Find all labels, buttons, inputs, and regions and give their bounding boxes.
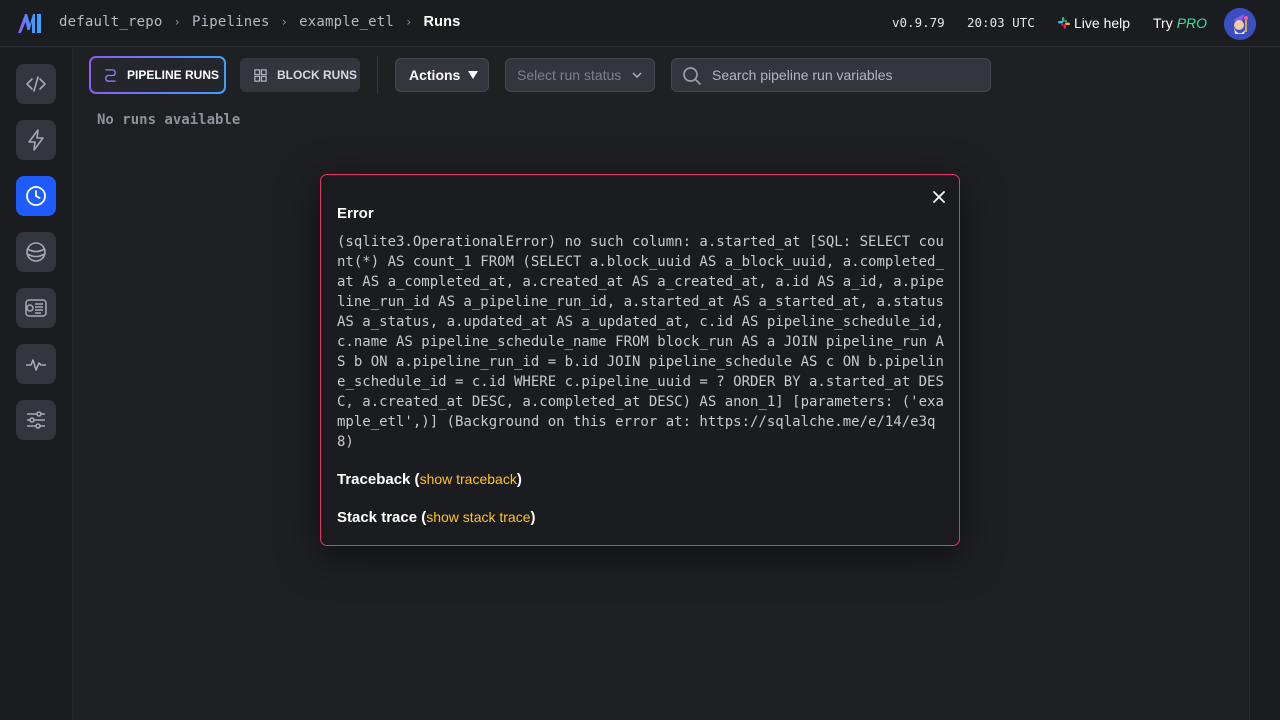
pipeline-runs-label: PIPELINE RUNS [127, 68, 220, 82]
try-pro-link[interactable]: Try PRO [1153, 15, 1207, 31]
actions-label: Actions [409, 67, 461, 83]
breadcrumb-pipelines[interactable]: Pipelines [192, 14, 270, 30]
nav-settings-button[interactable] [16, 400, 56, 440]
version-label: v0.9.79 [892, 15, 945, 30]
show-traceback-link[interactable]: show traceback [420, 471, 517, 487]
chevron-right-icon: › [405, 15, 413, 29]
actions-button[interactable]: Actions [395, 58, 489, 92]
search-input[interactable] [712, 59, 982, 91]
chevron-right-icon: › [173, 15, 181, 29]
toolbar-divider [377, 56, 378, 94]
live-help-link[interactable]: Live help [1058, 15, 1130, 31]
clock-icon [26, 186, 46, 206]
error-title: Error [337, 205, 374, 222]
slack-icon [1058, 17, 1070, 29]
run-status-placeholder: Select run status [517, 67, 622, 83]
run-status-select[interactable]: Select run status [505, 58, 655, 92]
breadcrumb: default_repo › Pipelines › example_etl ›… [59, 14, 461, 30]
nav-code-button[interactable] [16, 64, 56, 104]
wizard-avatar-icon [1224, 8, 1256, 40]
mage-logo-icon[interactable] [17, 12, 43, 34]
settings-sliders-icon [27, 411, 45, 429]
error-modal: Error (sqlite3.OperationalError) no such… [320, 174, 960, 546]
try-label: Try [1153, 15, 1173, 31]
breadcrumb-repo[interactable]: default_repo [59, 14, 163, 30]
nav-runs-button[interactable] [16, 176, 56, 216]
breadcrumb-current: Runs [423, 14, 461, 30]
avatar[interactable] [1224, 8, 1256, 40]
nav-logs-button[interactable] [16, 288, 56, 328]
caret-down-icon [468, 71, 479, 79]
right-gutter [1249, 48, 1280, 720]
block-runs-label: BLOCK RUNS [277, 68, 357, 82]
chevron-down-icon [632, 72, 642, 79]
nav-backfills-button[interactable] [16, 232, 56, 272]
pro-label: PRO [1176, 15, 1208, 31]
search-icon [683, 67, 701, 85]
code-icon [26, 76, 46, 92]
live-help-label: Live help [1074, 15, 1131, 31]
stack-trace-section: Stack trace (show stack trace) [337, 509, 536, 526]
block-runs-tab[interactable]: BLOCK RUNS [240, 58, 360, 92]
close-icon [933, 191, 945, 203]
empty-state-text: No runs available [97, 112, 241, 128]
nav-monitor-button[interactable] [16, 344, 56, 384]
top-bar: default_repo › Pipelines › example_etl ›… [0, 0, 1280, 47]
clock-label: 20:03 UTC [967, 15, 1035, 30]
search-bar [671, 58, 991, 92]
chevron-right-icon: › [280, 15, 289, 29]
blocks-icon [254, 68, 267, 82]
left-navigation [0, 48, 73, 720]
planet-icon [26, 242, 46, 262]
traceback-label: Traceback [337, 471, 411, 488]
pipeline-runs-tab[interactable]: PIPELINE RUNS [89, 56, 226, 94]
monitor-icon [26, 359, 46, 371]
nav-triggers-button[interactable] [16, 120, 56, 160]
stack-trace-label: Stack trace [337, 509, 418, 526]
lightning-icon [28, 129, 44, 151]
error-message: (sqlite3.OperationalError) no such colum… [337, 234, 953, 450]
breadcrumb-pipeline[interactable]: example_etl [299, 14, 394, 30]
traceback-section: Traceback (show traceback) [337, 471, 522, 488]
pipeline-icon [105, 68, 116, 82]
show-stack-trace-link[interactable]: show stack trace [426, 509, 530, 525]
terminal-icon [25, 299, 47, 317]
close-button[interactable] [930, 188, 948, 206]
